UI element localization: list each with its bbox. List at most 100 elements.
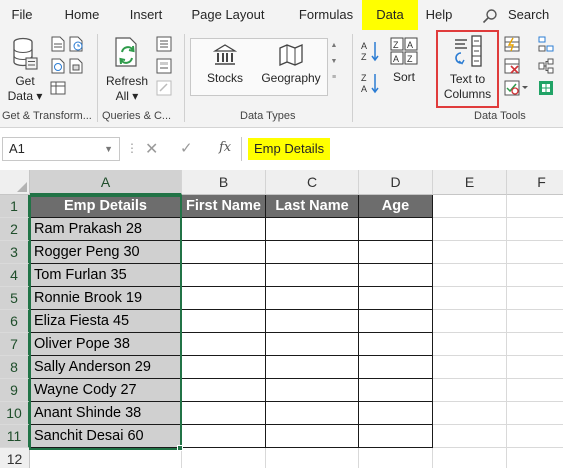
cell[interactable] <box>507 264 563 287</box>
cell[interactable]: Last Name <box>266 195 359 218</box>
cell[interactable] <box>433 264 507 287</box>
from-text-csv-icon[interactable] <box>50 36 66 52</box>
cell[interactable] <box>266 264 359 287</box>
remove-duplicates-icon[interactable] <box>504 58 520 74</box>
cell[interactable] <box>266 356 359 379</box>
cell[interactable] <box>182 218 266 241</box>
name-box-dropdown-icon[interactable]: ▼ <box>104 138 113 160</box>
tab-home[interactable]: Home <box>58 0 106 30</box>
cell[interactable]: Rogger Peng 30 <box>30 241 182 264</box>
cell[interactable] <box>433 195 507 218</box>
search-box[interactable]: Search <box>482 0 552 30</box>
cell[interactable] <box>266 379 359 402</box>
cell[interactable] <box>182 356 266 379</box>
column-header-e[interactable]: E <box>433 170 507 195</box>
queries-connections-icon[interactable] <box>156 36 172 52</box>
cell[interactable]: Sally Anderson 29 <box>30 356 182 379</box>
cell[interactable]: Oliver Pope 38 <box>30 333 182 356</box>
cell[interactable] <box>433 287 507 310</box>
cell[interactable]: Age <box>359 195 433 218</box>
cancel-icon[interactable]: ✕ <box>145 139 158 159</box>
cell[interactable] <box>507 425 563 448</box>
column-header-b[interactable]: B <box>182 170 266 195</box>
data-validation-icon[interactable] <box>504 80 528 96</box>
row-header[interactable]: 8 <box>0 356 30 379</box>
cell[interactable] <box>266 241 359 264</box>
cell[interactable] <box>266 425 359 448</box>
existing-connections-icon[interactable] <box>68 58 84 74</box>
row-header[interactable]: 7 <box>0 333 30 356</box>
row-header[interactable]: 2 <box>0 218 30 241</box>
cell[interactable] <box>266 402 359 425</box>
get-data-button[interactable]: Get Data ▾ <box>6 36 44 104</box>
cell[interactable] <box>30 448 182 468</box>
cell[interactable] <box>182 333 266 356</box>
cell[interactable]: First Name <box>182 195 266 218</box>
refresh-all-button[interactable]: Refresh All ▾ <box>104 36 150 104</box>
row-header[interactable]: 12 <box>0 448 30 468</box>
cell[interactable] <box>359 264 433 287</box>
relationships-icon[interactable] <box>538 58 554 74</box>
tab-page-layout[interactable]: Page Layout <box>186 0 270 30</box>
cell[interactable] <box>433 425 507 448</box>
name-box[interactable]: A1 ▼ <box>2 137 120 161</box>
properties-icon[interactable] <box>156 58 172 74</box>
cell[interactable] <box>266 287 359 310</box>
column-header-a[interactable]: A <box>30 170 182 195</box>
cell[interactable] <box>507 310 563 333</box>
tab-help[interactable]: Help <box>420 0 458 30</box>
tab-formulas[interactable]: Formulas <box>288 0 364 30</box>
cell[interactable] <box>507 195 563 218</box>
column-header-c[interactable]: C <box>266 170 359 195</box>
stocks-button[interactable]: Stocks <box>197 43 253 86</box>
tab-insert[interactable]: Insert <box>122 0 170 30</box>
cell[interactable]: Tom Furlan 35 <box>30 264 182 287</box>
gallery-more-icon[interactable]: ≡ <box>328 70 340 86</box>
consolidate-icon[interactable] <box>538 36 554 52</box>
cell[interactable] <box>182 425 266 448</box>
insert-function-button[interactable]: fx <box>219 140 231 155</box>
cell[interactable] <box>359 310 433 333</box>
sort-button[interactable]: Z A A Z Sort <box>386 36 422 85</box>
tab-data[interactable]: Data <box>362 0 418 30</box>
cell[interactable] <box>359 448 433 468</box>
cell[interactable] <box>433 448 507 468</box>
cell[interactable] <box>182 310 266 333</box>
cell[interactable] <box>182 448 266 468</box>
cell[interactable] <box>182 379 266 402</box>
cell[interactable] <box>359 333 433 356</box>
cell[interactable] <box>507 379 563 402</box>
flash-fill-icon[interactable] <box>504 36 520 52</box>
cell[interactable] <box>182 264 266 287</box>
cell[interactable] <box>433 333 507 356</box>
cell[interactable] <box>507 287 563 310</box>
manage-data-model-icon[interactable] <box>538 80 554 96</box>
cell[interactable]: Anant Shinde 38 <box>30 402 182 425</box>
row-header[interactable]: 3 <box>0 241 30 264</box>
select-all-corner[interactable] <box>0 170 30 195</box>
cell[interactable] <box>433 310 507 333</box>
cell[interactable] <box>507 402 563 425</box>
row-header[interactable]: 9 <box>0 379 30 402</box>
cell[interactable] <box>433 379 507 402</box>
cell[interactable] <box>433 356 507 379</box>
cell[interactable] <box>433 402 507 425</box>
cell[interactable]: Wayne Cody 27 <box>30 379 182 402</box>
cell[interactable] <box>507 218 563 241</box>
gallery-scroll[interactable]: ▲ ▼ ≡ <box>327 38 340 96</box>
cell[interactable] <box>359 241 433 264</box>
gallery-down-arrow-icon[interactable]: ▼ <box>328 54 340 70</box>
cell[interactable] <box>507 356 563 379</box>
gallery-up-arrow-icon[interactable]: ▲ <box>328 38 340 54</box>
cell[interactable]: Eliza Fiesta 45 <box>30 310 182 333</box>
cell[interactable] <box>359 218 433 241</box>
column-header-f[interactable]: F <box>507 170 563 195</box>
cell[interactable] <box>266 218 359 241</box>
cell[interactable] <box>507 241 563 264</box>
cell[interactable] <box>359 379 433 402</box>
cell[interactable] <box>182 402 266 425</box>
edit-links-icon[interactable] <box>156 80 172 96</box>
cell[interactable] <box>507 448 563 468</box>
cell[interactable] <box>266 448 359 468</box>
cell[interactable] <box>359 287 433 310</box>
